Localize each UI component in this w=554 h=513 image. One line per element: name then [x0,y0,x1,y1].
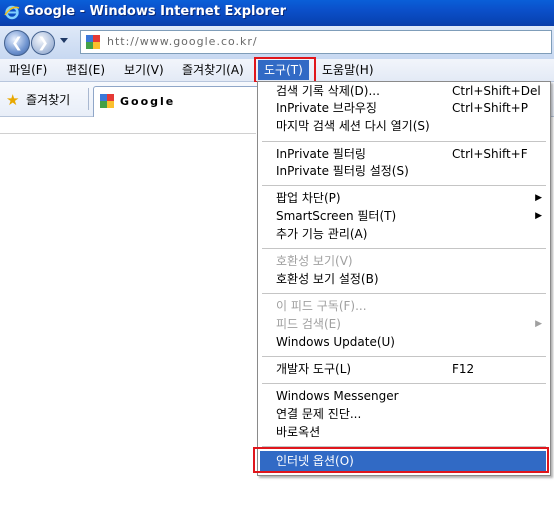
menu-edit[interactable]: 편집(E) [66,62,105,78]
menu-separator [262,248,546,249]
menu-item-smartscreen-filter[interactable]: SmartScreen 필터(T) ▶ [258,208,550,225]
menu-item-windows-update[interactable]: Windows Update(U) [258,334,550,351]
menu-item-label: 피드 검색(E) [276,317,341,331]
menu-item-label: 호환성 보기(V) [276,254,353,268]
menu-item-label: 마지막 검색 세션 다시 열기(S) [276,119,430,133]
submenu-arrow-icon: ▶ [535,193,542,203]
google-favicon-icon [85,34,101,50]
menu-item-label: 호환성 보기 설정(B) [276,272,379,286]
menu-item-inprivate-filter-settings[interactable]: InPrivate 필터링 설정(S) [258,163,550,180]
menu-separator [262,185,546,186]
menu-item-label: Windows Update(U) [276,335,395,349]
menu-item-label: 추가 기능 관리(A) [276,227,368,241]
menu-item-shortcut: F12 [452,362,475,376]
menu-item-label: 개발자 도구(L) [276,362,352,376]
content-divider [0,133,256,134]
menu-item-label: Windows Messenger [276,389,399,403]
menu-separator [262,356,546,357]
menu-item-shortcut: Ctrl+Shift+Del [452,84,541,98]
tools-menu-highlight [254,57,316,83]
menu-item-manage-addons[interactable]: 추가 기능 관리(A) [258,226,550,243]
menu-file[interactable]: 파일(F) [9,62,47,78]
menu-item-label: InPrivate 필터링 [276,147,366,161]
menu-item-delete-history[interactable]: 검색 기록 삭제(D)... Ctrl+Shift+Del [258,83,550,100]
forward-arrow-icon: ❯ [37,35,49,51]
internet-options-highlight [253,447,549,473]
internet-explorer-icon [4,5,20,20]
favorites-button-label[interactable]: 즐겨찾기 [26,91,70,108]
toolbar-divider [88,88,89,110]
recent-pages-dropdown-icon[interactable] [60,38,68,43]
menu-view[interactable]: 보기(V) [124,62,164,78]
menu-item-compatibility-settings[interactable]: 호환성 보기 설정(B) [258,271,550,288]
menu-item-label: InPrivate 브라우징 [276,101,377,115]
menu-item-feed-discovery: 피드 검색(E) ▶ [258,316,550,333]
tab-title: Google [120,95,176,108]
menu-item-label: 연결 문제 진단... [276,407,362,421]
menu-separator [262,141,546,142]
back-button[interactable]: ❮ [4,30,30,56]
menu-item-diagnose-connection[interactable]: 연결 문제 진단... [258,406,550,423]
google-favicon-icon [100,94,114,108]
title-bar: Google - Windows Internet Explorer [0,0,554,26]
tools-dropdown-menu: 검색 기록 삭제(D)... Ctrl+Shift+Del InPrivate … [257,81,551,476]
menu-item-label: 검색 기록 삭제(D)... [276,84,380,98]
address-url: htt://www.google.co.kr/ [107,35,258,48]
window-title: Google - Windows Internet Explorer [24,4,287,19]
menu-item-label: 이 피드 구독(F)... [276,299,367,313]
browser-tab[interactable]: Google [93,86,265,117]
menu-separator [262,293,546,294]
menu-item-baro-auction[interactable]: 바로옥션 [258,424,550,441]
menu-item-popup-blocker[interactable]: 팝업 차단(P) ▶ [258,190,550,207]
menu-item-reopen-session[interactable]: 마지막 검색 세션 다시 열기(S) [258,118,550,135]
menu-item-subscribe-feed: 이 피드 구독(F)... [258,298,550,315]
menu-item-inprivate-filtering[interactable]: InPrivate 필터링 Ctrl+Shift+F [258,146,550,163]
menu-help[interactable]: 도움말(H) [322,62,374,78]
back-arrow-icon: ❮ [11,35,23,51]
menu-item-label: InPrivate 필터링 설정(S) [276,164,409,178]
submenu-arrow-icon: ▶ [535,211,542,221]
menu-item-shortcut: Ctrl+Shift+P [452,101,528,115]
menu-separator [262,383,546,384]
menu-item-developer-tools[interactable]: 개발자 도구(L) F12 [258,361,550,378]
menu-item-shortcut: Ctrl+Shift+F [452,147,528,161]
menu-item-label: 팝업 차단(P) [276,191,341,205]
submenu-arrow-icon: ▶ [535,319,542,329]
address-bar[interactable]: htt://www.google.co.kr/ [80,30,552,54]
menu-item-windows-messenger[interactable]: Windows Messenger [258,388,550,405]
forward-button[interactable]: ❯ [31,31,55,55]
menu-favorites[interactable]: 즐겨찾기(A) [182,62,244,78]
menu-item-inprivate-browsing[interactable]: InPrivate 브라우징 Ctrl+Shift+P [258,100,550,117]
menu-item-label: SmartScreen 필터(T) [276,209,397,223]
favorites-star-icon[interactable]: ★ [6,91,19,109]
navigation-bar: ❮ ❯ htt://www.google.co.kr/ [0,26,554,60]
menu-item-compatibility-view: 호환성 보기(V) [258,253,550,270]
menu-item-label: 바로옥션 [276,425,321,439]
